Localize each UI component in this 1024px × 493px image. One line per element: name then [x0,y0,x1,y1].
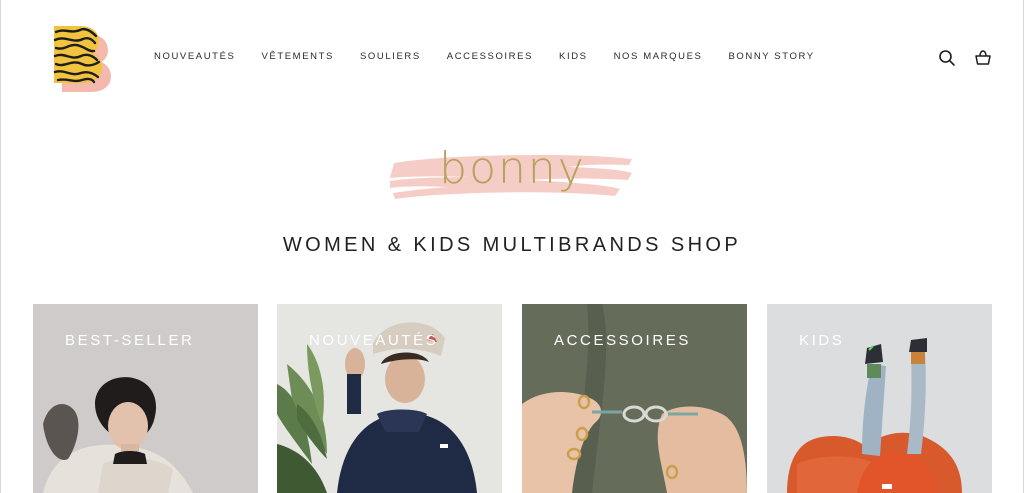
main-nav: NOUVEAUTÉS VÊTEMENTS SOULIERS ACCESSOIRE… [154,51,841,62]
category-cards: BEST-SELLER NOUVEAUTÉS ACCESSOIRES KIDS [33,304,993,493]
site-header: NOUVEAUTÉS VÊTEMENTS SOULIERS ACCESSOIRE… [0,0,1024,115]
search-icon[interactable] [938,49,956,67]
hero-brand: bonny [390,143,635,203]
brand-wordmark: bonny [439,143,586,194]
category-card-accessoires[interactable]: ACCESSOIRES [522,304,747,493]
card-label: BEST-SELLER [65,332,195,349]
cart-icon[interactable] [974,49,992,67]
category-card-best-seller[interactable]: BEST-SELLER [33,304,258,493]
nav-item-accessoires[interactable]: ACCESSOIRES [447,51,533,62]
nav-item-souliers[interactable]: SOULIERS [360,51,421,62]
header-actions [938,49,992,67]
card-label: ACCESSOIRES [554,332,691,349]
shop-tagline: WOMEN & KIDS MULTIBRANDS SHOP [282,234,742,256]
category-card-nouveautes[interactable]: NOUVEAUTÉS [277,304,502,493]
nav-item-vetements[interactable]: VÊTEMENTS [261,51,333,62]
nav-item-nos-marques[interactable]: NOS MARQUES [614,51,703,62]
card-label: NOUVEAUTÉS [309,332,439,349]
nav-item-nouveautes[interactable]: NOUVEAUTÉS [154,51,235,62]
bonny-logo[interactable] [50,24,114,92]
card-label: KIDS [799,332,845,349]
nav-item-kids[interactable]: KIDS [559,51,588,62]
nav-item-bonny-story[interactable]: BONNY STORY [728,51,814,62]
category-card-kids[interactable]: KIDS [767,304,992,493]
